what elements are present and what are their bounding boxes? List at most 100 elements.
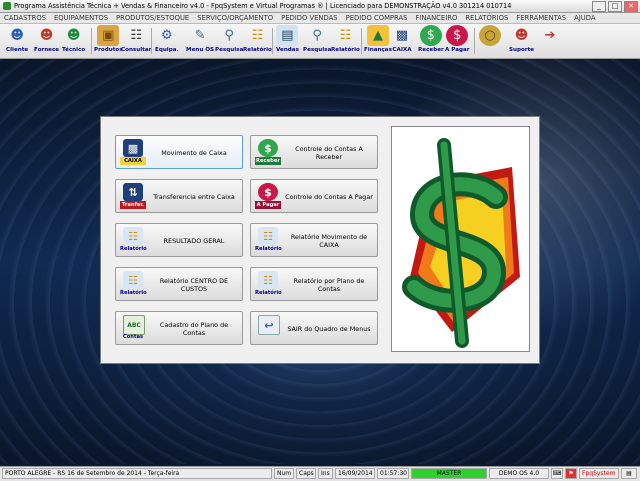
movimento-caixa-button[interactable]: ▩ CAIXA Movimento de Caixa xyxy=(115,135,243,169)
toolbar-separator xyxy=(272,28,273,54)
exit-icon: ➔ xyxy=(544,28,556,43)
keyboard-icon: ⌨ xyxy=(551,468,563,479)
close-button[interactable]: ✕ xyxy=(624,1,638,12)
status-date: 16/09/2014 xyxy=(335,468,375,479)
chart-of-accounts-icon: ABC Contas xyxy=(120,315,146,341)
flag-icon: ⚑ xyxy=(565,468,577,479)
menu-ferramentas[interactable]: FERRAMENTAS xyxy=(512,14,570,22)
toolbar-receber-button[interactable]: $ Receber xyxy=(418,25,444,57)
maximize-button[interactable]: □ xyxy=(608,1,622,12)
toolbar-label: Finanças xyxy=(364,47,392,53)
toolbar-exit-button[interactable]: ➔ xyxy=(539,25,561,57)
minimize-button[interactable]: _ xyxy=(592,1,606,12)
toolbar-pesquisa-button-2[interactable]: ⚲ Pesquisa xyxy=(303,25,331,57)
report-icon: ☷ Relatório xyxy=(120,271,147,297)
toolbar-label: Suporte xyxy=(509,47,535,53)
status-caps: Caps xyxy=(296,468,316,479)
relatorio-plano-contas-button[interactable]: ☷ Relatório Relatório por Plano de Conta… xyxy=(250,267,378,301)
toolbar-menu-os-button[interactable]: ✎ Menu OS xyxy=(186,25,214,57)
person-icon: ☻ xyxy=(10,28,24,43)
report-icon: ☷ Relatório xyxy=(120,227,147,253)
contas-receber-button[interactable]: $ Receber Controle do Contas A Receber xyxy=(250,135,378,169)
toolbar-label: Relatório xyxy=(243,47,272,53)
toolbar-tools-button[interactable]: ○ xyxy=(479,25,501,57)
dollar-green-icon: $ Receber xyxy=(255,139,281,165)
sair-button[interactable]: ↩ SAIR do Quadro de Menus xyxy=(250,311,378,345)
supplier-icon: ☻ xyxy=(39,28,54,43)
toolbar-consultar-button[interactable]: ☷ Consultar xyxy=(121,25,151,57)
toolbar-separator xyxy=(151,28,152,54)
menu-servico-orcamento[interactable]: SERVIÇO/ORÇAMENTO xyxy=(193,14,277,22)
toolbar-relatorio-button-2[interactable]: ☷ Relatório xyxy=(331,25,360,57)
report-icon: ☷ Relatório xyxy=(255,227,282,253)
search-icon: ⚲ xyxy=(312,28,322,43)
toolbar-label: Fornece xyxy=(34,47,60,53)
resultado-geral-button[interactable]: ☷ Relatório RESULTADO GERAL xyxy=(115,223,243,257)
transfer-icon: ⇅ Tranfer. xyxy=(120,183,146,209)
menu-cadastros[interactable]: CADASTROS xyxy=(0,14,50,22)
menu-equipamentos[interactable]: EQUIPAMENTOS xyxy=(50,14,112,22)
toolbar-equipa-button[interactable]: ⚙ Equipa. xyxy=(155,25,179,57)
finance-logo-frame xyxy=(391,126,530,352)
relatorio-centro-custos-button[interactable]: ☷ Relatório Relatório CENTRO DE CUSTOS xyxy=(115,267,243,301)
report-icon: ☷ xyxy=(339,28,352,43)
button-label: Relatório por Plano de Contas xyxy=(293,277,365,293)
toolbar-separator xyxy=(361,28,362,54)
toolbar-label: Relatório xyxy=(331,47,360,53)
transferencia-button[interactable]: ⇅ Tranfer. Transferencia entre Caixa xyxy=(115,179,243,213)
button-label: Cadastro do Plano de Contas xyxy=(159,321,229,337)
cadastro-plano-contas-button[interactable]: ABC Contas Cadastro do Plano de Contas xyxy=(115,311,243,345)
menu-relatorios[interactable]: RELATÓRIOS xyxy=(461,14,512,22)
toolbar-label: Consultar xyxy=(121,47,152,53)
boxes-icon: ▣ xyxy=(97,25,120,46)
monitor-icon: ▤ xyxy=(621,468,637,479)
title-bar: Programa Assistência Técnica + Vendas & … xyxy=(0,0,640,13)
toolbar-separator xyxy=(474,28,475,54)
status-brand: FpqSystem xyxy=(579,468,619,479)
menu-pedido-compras[interactable]: PEDIDO COMPRAS xyxy=(342,14,412,22)
button-label: Relatório CENTRO DE CUSTOS xyxy=(159,277,229,293)
menu-bar: CADASTROS EQUIPAMENTOS PRODUTOS/ESTOQUE … xyxy=(0,13,640,24)
toolbar-label: Pesquisa xyxy=(215,47,244,53)
toolbar-label: Vendas xyxy=(276,47,299,53)
toolbar-label: Produtos xyxy=(94,47,123,53)
toolbar-caixa-button[interactable]: ▩ CAIXA xyxy=(391,25,413,57)
status-demo: DEMO OS 4.0 xyxy=(489,468,549,479)
status-bar: PORTO ALEGRE - RS 16 de Setembro de 2014… xyxy=(0,466,640,481)
status-ins: Ins xyxy=(318,468,333,479)
equipment-icon: ⚙ xyxy=(160,28,173,43)
status-num: Num xyxy=(274,468,294,479)
menu-financeiro[interactable]: FINANCEIRO xyxy=(411,14,461,22)
toolbar-label: Equipa. xyxy=(155,47,179,53)
toolbar-produtos-button[interactable]: ▣ Produtos xyxy=(94,25,123,57)
app-icon xyxy=(3,2,11,10)
toolbar-financas-button[interactable]: ▲ Finanças xyxy=(364,25,392,57)
status-time: 01:57:30 xyxy=(377,468,409,479)
cash-register-icon: ▩ CAIXA xyxy=(120,139,146,165)
toolbar-relatorio-button-1[interactable]: ☷ Relatório xyxy=(243,25,272,57)
relatorio-movimento-caixa-button[interactable]: ☷ Relatório Relatório Movimento de CAIXA xyxy=(250,223,378,257)
toolbar-label: Técnico xyxy=(62,47,86,53)
toolbar-tecnico-button[interactable]: ☻ Técnico xyxy=(62,25,85,57)
clipboard-icon: ✎ xyxy=(194,28,206,43)
toolbar-suporte-button[interactable]: ☻ Suporte xyxy=(509,25,534,57)
search-icon: ⚲ xyxy=(224,28,234,43)
exit-window-icon: ↩ xyxy=(255,315,281,341)
menu-produtos-estoque[interactable]: PRODUTOS/ESTOQUE xyxy=(112,14,193,22)
support-person-icon: ☻ xyxy=(514,28,529,43)
dollar-red-icon: $ xyxy=(446,25,469,46)
toolbar-cliente-button[interactable]: ☻ Cliente xyxy=(6,25,28,57)
cash-register-icon: ▩ xyxy=(395,28,409,43)
button-label: SAIR do Quadro de Menus xyxy=(287,325,371,333)
window-controls: _ □ ✕ xyxy=(592,1,638,12)
button-label: Relatório Movimento de CAIXA xyxy=(290,233,368,249)
toolbar-vendas-button[interactable]: ▤ Vendas xyxy=(276,25,299,57)
toolbar-apagar-button[interactable]: $ A Pagar xyxy=(445,25,470,57)
menu-pedido-vendas[interactable]: PEDIDO VENDAS xyxy=(277,14,341,22)
contas-pagar-button[interactable]: $ A Pagar Controle do Contas A Pagar xyxy=(250,179,378,213)
menu-ajuda[interactable]: AJUDA xyxy=(570,14,599,22)
toolbar: ☻ Cliente ☻ Fornece ☻ Técnico ▣ Produtos… xyxy=(0,24,640,59)
finance-menu-panel: ▩ CAIXA Movimento de Caixa $ Receber Con… xyxy=(100,116,540,364)
toolbar-fornece-button[interactable]: ☻ Fornece xyxy=(34,25,59,57)
toolbar-pesquisa-button-1[interactable]: ⚲ Pesquisa xyxy=(215,25,243,57)
